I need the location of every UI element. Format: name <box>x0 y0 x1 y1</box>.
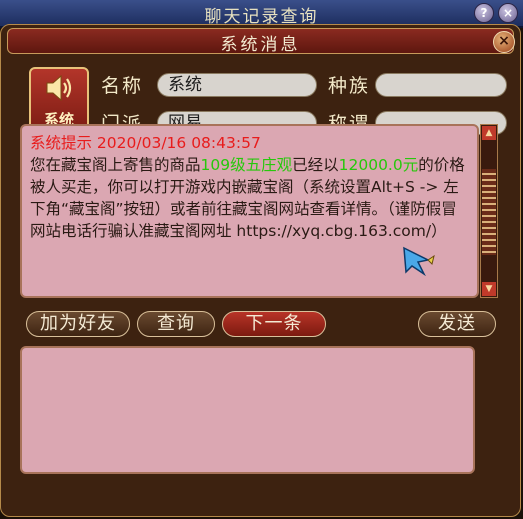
race-label: 种族 <box>328 75 371 97</box>
next-message-button[interactable]: 下一条 <box>222 311 326 337</box>
speaker-icon <box>46 74 72 102</box>
add-friend-button[interactable]: 加为好友 <box>26 311 130 337</box>
message-text-2: 已经以 <box>292 156 339 174</box>
scroll-thumb[interactable] <box>482 169 496 255</box>
send-button[interactable]: 发送 <box>418 311 496 337</box>
scroll-up-icon[interactable]: ▲ <box>482 126 496 140</box>
race-field <box>375 73 507 97</box>
name-label: 名称 <box>101 75 144 97</box>
dialog-close-icon[interactable]: × <box>493 31 515 53</box>
mouse-cursor-icon <box>403 246 435 276</box>
help-icon[interactable]: ? <box>474 3 494 23</box>
avatar: 系统 <box>29 67 89 131</box>
message-scrollbar[interactable]: ▲ ▼ <box>480 124 498 298</box>
scroll-down-icon[interactable]: ▼ <box>482 282 496 296</box>
message-item: 109级五庄观 <box>200 156 293 174</box>
dialog-title: 系统消息 <box>220 35 301 55</box>
message-header: 系统提示 2020/03/16 08:43:57 <box>30 134 261 152</box>
message-text-1: 您在藏宝阁上寄售的商品 <box>30 156 201 174</box>
chat-history-close-icon[interactable]: × <box>498 3 518 23</box>
message-price: 12000.0元 <box>338 156 419 174</box>
message-input[interactable] <box>20 346 475 474</box>
dialog-title-bar[interactable]: 系统消息 × <box>7 28 515 55</box>
query-button[interactable]: 查询 <box>137 311 215 337</box>
name-field: 系统 <box>157 73 317 97</box>
